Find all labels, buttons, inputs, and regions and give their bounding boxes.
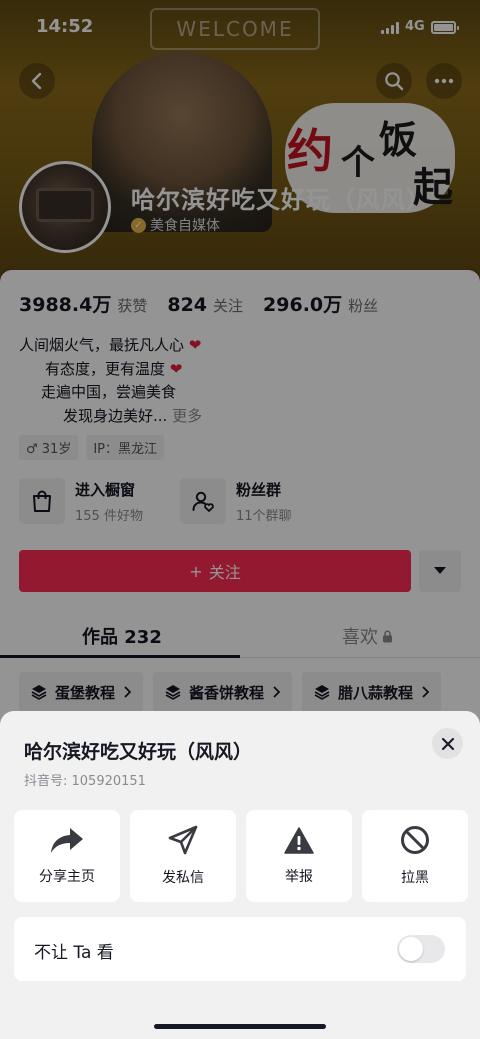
- share-arrow-icon: [51, 828, 83, 853]
- home-indicator: [154, 1024, 326, 1029]
- action-label: 发私信: [162, 870, 204, 886]
- send-message-button[interactable]: 发私信: [130, 810, 236, 902]
- hide-from-user-toggle[interactable]: [397, 935, 445, 963]
- hide-from-user-row: 不让 Ta 看: [14, 917, 466, 981]
- close-button[interactable]: [432, 728, 463, 759]
- profile-action-sheet: 哈尔滨好吃又好玩（风风） 抖音号: 105920151 分享主页 发私信 举报 …: [0, 711, 480, 1039]
- paper-plane-icon: [168, 825, 198, 855]
- sheet-actions: 分享主页 发私信 举报 拉黑: [14, 810, 468, 902]
- share-profile-button[interactable]: 分享主页: [14, 810, 120, 902]
- action-label: 分享主页: [39, 869, 95, 885]
- report-button[interactable]: 举报: [246, 810, 352, 902]
- close-icon: [441, 737, 454, 750]
- sheet-title: 哈尔滨好吃又好玩（风风）: [24, 741, 253, 763]
- hide-from-user-label: 不让 Ta 看: [34, 943, 114, 963]
- block-button[interactable]: 拉黑: [362, 810, 468, 902]
- warning-icon: [284, 826, 314, 854]
- douyin-id: 抖音号: 105920151: [24, 774, 146, 789]
- action-label: 举报: [285, 868, 313, 885]
- block-icon: [401, 826, 429, 854]
- action-label: 拉黑: [401, 870, 429, 886]
